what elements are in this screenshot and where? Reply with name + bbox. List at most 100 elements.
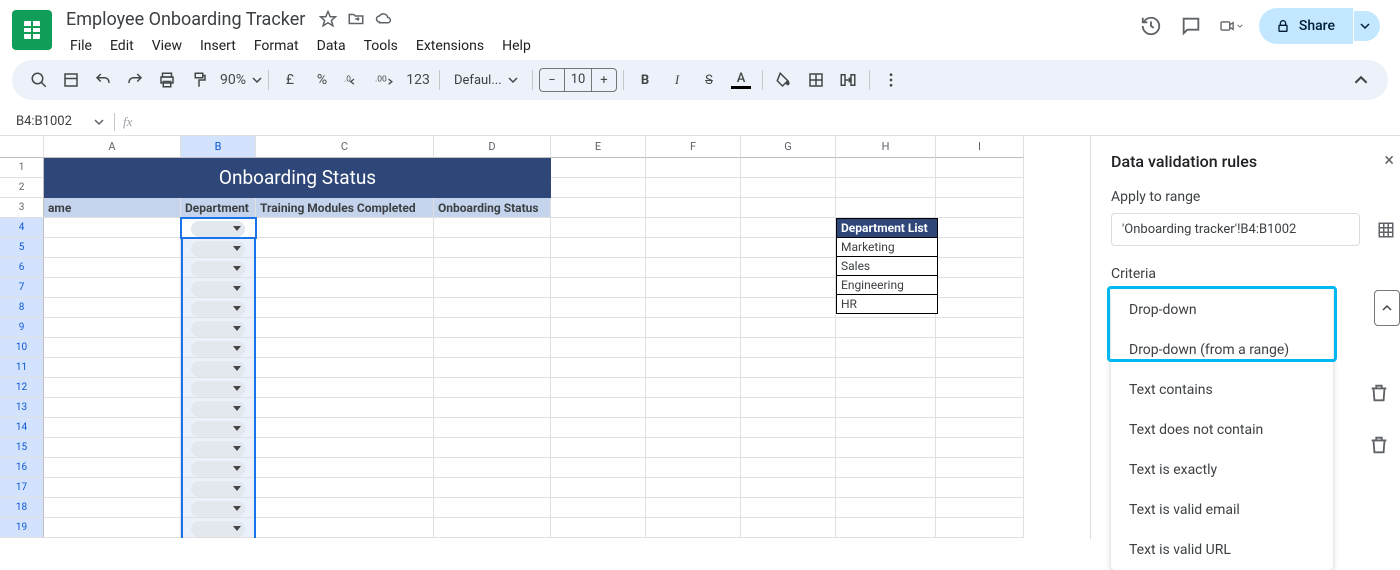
cell[interactable] [836, 518, 936, 538]
increase-font-button[interactable]: + [592, 73, 616, 88]
share-button[interactable]: Share [1259, 8, 1353, 44]
cell[interactable] [256, 238, 434, 258]
cell[interactable] [741, 438, 836, 458]
decrease-font-button[interactable]: − [540, 73, 564, 88]
share-dropdown[interactable] [1354, 11, 1380, 41]
decrease-decimal-button[interactable]: .0 [339, 65, 369, 95]
paint-format-button[interactable] [184, 65, 214, 95]
currency-button[interactable]: £ [275, 65, 305, 95]
cell[interactable] [256, 398, 434, 418]
cell[interactable] [256, 378, 434, 398]
delete-option-icon[interactable] [1368, 434, 1390, 456]
criteria-option-valid-url[interactable]: Text is valid URL [1111, 530, 1333, 570]
cell[interactable] [836, 498, 936, 518]
dropdown-chip[interactable] [191, 301, 245, 317]
cloud-status-icon[interactable] [375, 10, 393, 28]
cell[interactable] [434, 478, 551, 498]
dropdown-chip[interactable] [191, 501, 245, 517]
col-header-A[interactable]: A [44, 136, 181, 158]
cell[interactable] [741, 338, 836, 358]
cell[interactable] [836, 318, 936, 338]
cell[interactable] [741, 258, 836, 278]
cell[interactable] [181, 358, 256, 378]
cell[interactable] [434, 278, 551, 298]
cell[interactable] [646, 198, 741, 218]
cell[interactable] [434, 438, 551, 458]
cell[interactable] [181, 418, 256, 438]
criteria-option-valid-email[interactable]: Text is valid email [1111, 490, 1333, 530]
strike-button[interactable]: S [694, 65, 724, 95]
cell[interactable] [44, 238, 181, 258]
meet-icon[interactable] [1219, 14, 1243, 38]
dropdown-chip[interactable] [191, 281, 245, 297]
cell[interactable] [936, 358, 1024, 378]
cell[interactable] [646, 358, 741, 378]
cell[interactable] [181, 278, 256, 298]
criteria-option-text-not-contain[interactable]: Text does not contain [1111, 410, 1333, 450]
row-header[interactable]: 18 [0, 498, 44, 518]
criteria-option-text-exactly[interactable]: Text is exactly [1111, 450, 1333, 490]
cell[interactable] [181, 378, 256, 398]
cell[interactable]: Department [181, 198, 256, 218]
search-icon[interactable] [24, 65, 54, 95]
menu-help[interactable]: Help [494, 34, 539, 58]
cell[interactable] [646, 238, 741, 258]
cell[interactable] [741, 298, 836, 318]
row-header[interactable]: 14 [0, 418, 44, 438]
cell[interactable] [434, 298, 551, 318]
cell[interactable] [836, 158, 936, 178]
cell[interactable] [434, 518, 551, 538]
cell[interactable] [936, 478, 1024, 498]
cell[interactable] [836, 458, 936, 478]
cell[interactable] [551, 438, 646, 458]
select-range-icon[interactable] [1372, 216, 1400, 244]
cell[interactable] [741, 398, 836, 418]
cell[interactable] [741, 178, 836, 198]
cell[interactable] [646, 318, 741, 338]
cell[interactable] [551, 458, 646, 478]
cell[interactable] [44, 338, 181, 358]
cell[interactable] [741, 318, 836, 338]
criteria-option-dropdown-range[interactable]: Drop-down (from a range) [1111, 330, 1333, 370]
cell[interactable] [936, 218, 1024, 238]
criteria-collapse-button[interactable] [1374, 290, 1400, 326]
cell[interactable] [181, 258, 256, 278]
name-box[interactable]: B4:B1002 [12, 112, 92, 131]
cell[interactable] [936, 518, 1024, 538]
col-header-G[interactable]: G [741, 136, 836, 158]
cell[interactable] [646, 498, 741, 518]
cell[interactable] [646, 258, 741, 278]
dropdown-chip[interactable] [191, 221, 245, 237]
cell[interactable] [836, 418, 936, 438]
cell[interactable] [551, 158, 646, 178]
percent-button[interactable]: % [307, 65, 337, 95]
menu-tools[interactable]: Tools [356, 34, 406, 58]
cell[interactable] [551, 198, 646, 218]
cell[interactable] [551, 318, 646, 338]
row-header[interactable]: 7 [0, 278, 44, 298]
col-header-H[interactable]: H [836, 136, 936, 158]
cell[interactable] [256, 498, 434, 518]
cell[interactable] [181, 338, 256, 358]
comment-icon[interactable] [1179, 14, 1203, 38]
cell[interactable] [646, 278, 741, 298]
cell[interactable] [551, 418, 646, 438]
criteria-option-dropdown[interactable]: Drop-down [1111, 290, 1333, 330]
row-header[interactable]: 13 [0, 398, 44, 418]
cell[interactable] [44, 418, 181, 438]
merge-button[interactable] [833, 65, 863, 95]
cell[interactable] [936, 158, 1024, 178]
cell[interactable] [741, 198, 836, 218]
cell[interactable] [434, 498, 551, 518]
cell[interactable] [434, 258, 551, 278]
print-button[interactable] [152, 65, 182, 95]
cell[interactable] [256, 478, 434, 498]
row-header[interactable]: 5 [0, 238, 44, 258]
col-header-C[interactable]: C [256, 136, 434, 158]
cell[interactable] [836, 438, 936, 458]
cell[interactable] [44, 438, 181, 458]
cell[interactable] [434, 238, 551, 258]
cell[interactable] [434, 338, 551, 358]
cell[interactable] [936, 418, 1024, 438]
cell[interactable] [551, 378, 646, 398]
